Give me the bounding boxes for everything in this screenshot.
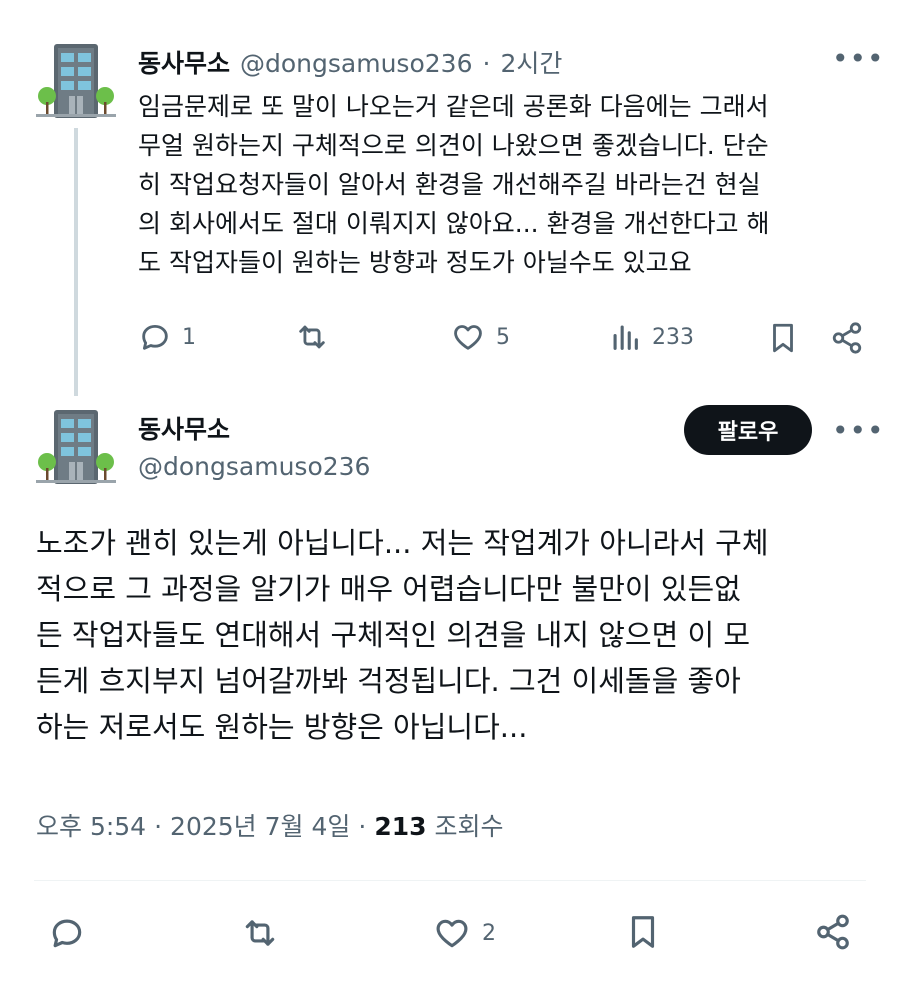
reply-view-count: 233 [652, 324, 694, 350]
reply-retweet-button[interactable] [294, 320, 330, 354]
comment-icon [52, 919, 82, 948]
view-count: 213 [374, 812, 427, 841]
reply-text-line: 임금문제로 또 말이 나오는거 같은데 공론화 다음에는 그래서 [138, 92, 769, 121]
post-date[interactable]: 2025년 7월 4일 [170, 807, 350, 843]
reply-time[interactable]: 2시간 [500, 44, 562, 80]
reply-text-line: 히 작업요청자들이 알아서 환경을 개선해주길 바라는건 현실 [138, 170, 761, 199]
reply-separator: · [482, 49, 491, 78]
main-text-line: 하는 저로서도 원하는 방향은 아닙니다... [36, 710, 528, 744]
main-text-line: 든게 흐지부지 넘어갈까봐 걱정됩니다. 그건 이세돌을 좋아 [36, 664, 741, 698]
main-more-icon[interactable]: ••• [832, 414, 885, 447]
reply-views-button[interactable]: 233 [608, 320, 694, 354]
reply-share-button[interactable] [830, 320, 864, 356]
main-like-count: 2 [482, 920, 496, 946]
main-text: 노조가 괜히 있는게 아닙니다... 저는 작업계가 아니라서 구체 적으로 그… [36, 520, 876, 750]
meta-separator: · [358, 812, 367, 841]
reply-text-line: 의 회사에서도 절대 이뤄지지 않아요... 환경을 개선한다고 해 [138, 209, 770, 238]
reply-comment-button[interactable]: 1 [138, 320, 196, 354]
reply-text-line: 무얼 원하는지 구체적으로 의견이 나왔으면 좋겠습니다. 단순 [138, 131, 769, 160]
view-label: 조회수 [434, 812, 504, 841]
meta-separator: · [154, 812, 163, 841]
retweet-icon [245, 920, 275, 946]
main-text-line: 노조가 괜히 있는게 아닙니다... 저는 작업계가 아니라서 구체 [36, 526, 769, 560]
reply-bookmark-button[interactable] [766, 320, 800, 356]
divider [34, 880, 866, 881]
avatar-building-icon[interactable] [36, 406, 116, 486]
avatar-building-icon[interactable] [36, 40, 116, 120]
main-like-button[interactable]: 2 [432, 914, 496, 952]
main-share-button[interactable] [814, 912, 852, 952]
main-comment-button[interactable] [48, 914, 86, 952]
reply-header: 동사무소 @dongsamuso236 · 2시간 [138, 44, 562, 80]
main-text-line: 든 작업자들도 연대해서 구체적인 의견을 내지 않으면 이 모 [36, 618, 751, 652]
main-display-name[interactable]: 동사무소 [138, 410, 230, 446]
reply-like-count: 5 [496, 324, 510, 350]
reply-display-name[interactable]: 동사무소 [138, 44, 230, 80]
bookmark-icon [631, 916, 655, 948]
main-handle[interactable]: @dongsamuso236 [138, 452, 370, 481]
share-icon [832, 322, 862, 354]
main-retweet-button[interactable] [240, 914, 280, 952]
heart-icon [454, 325, 482, 350]
reply-text-line: 도 작업자들이 원하는 방향과 정도가 아닐수도 있고요 [138, 248, 692, 277]
reply-more-icon[interactable]: ••• [832, 42, 885, 75]
main-bookmark-button[interactable] [624, 912, 662, 952]
share-icon [817, 914, 849, 950]
reply-handle[interactable]: @dongsamuso236 [240, 49, 472, 78]
thread-line [74, 128, 78, 396]
reply-comment-count: 1 [182, 324, 196, 350]
retweet-icon [299, 325, 325, 349]
bar-chart-icon [613, 325, 638, 350]
main-meta: 오후 5:54 · 2025년 7월 4일 · 213 조회수 [36, 807, 504, 843]
reply-like-button[interactable]: 5 [450, 320, 510, 354]
post-time[interactable]: 오후 5:54 [36, 807, 146, 843]
comment-icon [142, 324, 168, 350]
bookmark-icon [773, 323, 793, 353]
main-text-line: 적으로 그 과정을 알기가 매우 어렵습니다만 불만이 있든없 [36, 572, 741, 606]
heart-icon [436, 919, 468, 948]
reply-text: 임금문제로 또 말이 나오는거 같은데 공론화 다음에는 그래서 무얼 원하는지… [138, 87, 878, 282]
follow-button[interactable]: 팔로우 [684, 405, 812, 455]
